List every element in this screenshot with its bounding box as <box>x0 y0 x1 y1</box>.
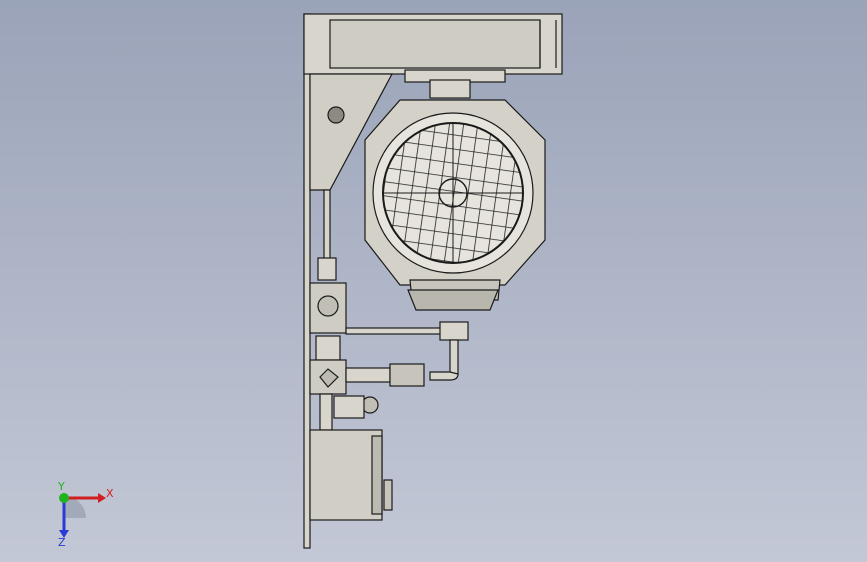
top-fitting[interactable] <box>429 79 471 99</box>
pipe-fitting-upper[interactable] <box>317 257 337 281</box>
y-axis-dot <box>59 493 69 503</box>
junction-box[interactable] <box>309 429 383 521</box>
cable-gland[interactable] <box>383 479 393 511</box>
lower-pipe[interactable] <box>319 393 333 431</box>
horizontal-pipe-upper[interactable] <box>345 327 447 335</box>
bracket-hole <box>327 106 345 124</box>
valve-connector[interactable] <box>315 335 341 361</box>
tee-fitting[interactable] <box>439 321 469 341</box>
valve-body[interactable] <box>333 395 365 419</box>
x-axis-label: X <box>106 487 114 500</box>
motor-base[interactable] <box>407 289 499 311</box>
mounting-plate[interactable] <box>303 13 311 549</box>
junction-box-side <box>371 435 383 515</box>
top-housing-face <box>329 19 541 69</box>
model-viewport[interactable] <box>0 0 867 562</box>
horizontal-pipe-lower[interactable] <box>345 367 391 383</box>
y-axis-label: Y <box>58 480 65 493</box>
drop-pipe[interactable] <box>449 339 459 375</box>
z-axis-label: Z <box>58 536 66 549</box>
union-fitting[interactable] <box>389 363 425 387</box>
axis-triad: X Y Z <box>40 480 120 550</box>
vertical-pipe[interactable] <box>323 189 331 261</box>
